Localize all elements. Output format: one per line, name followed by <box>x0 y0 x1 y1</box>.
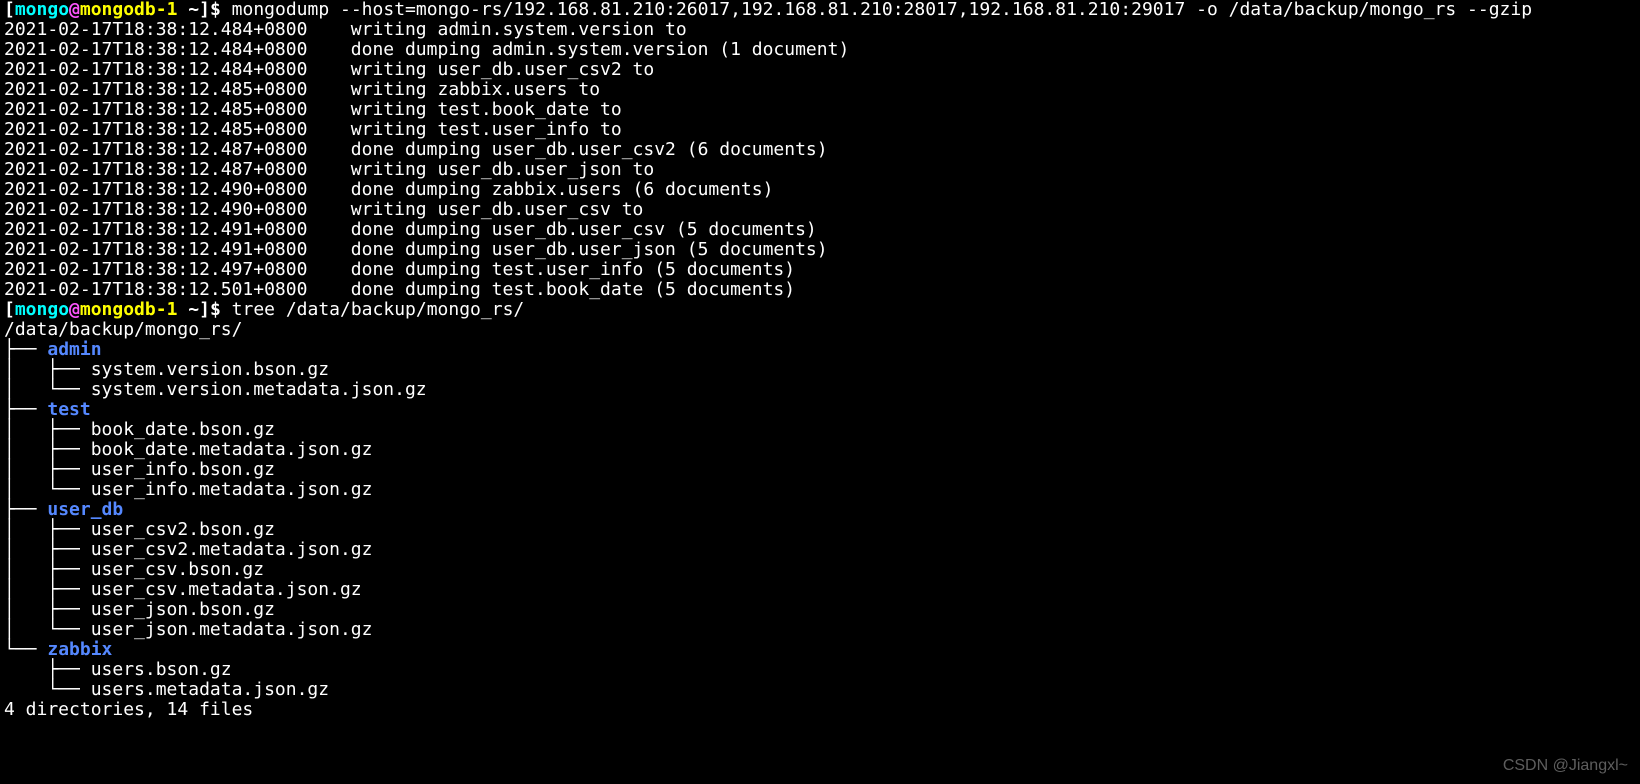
dump-output-line: 2021-02-17T18:38:12.497+0800 done dumpin… <box>4 260 1636 280</box>
dump-output-line: 2021-02-17T18:38:12.490+0800 writing use… <box>4 200 1636 220</box>
dump-output-line: 2021-02-17T18:38:12.487+0800 done dumpin… <box>4 140 1636 160</box>
tree-file-line: │ ├── user_csv.bson.gz <box>4 560 1636 580</box>
tree-file-line: │ ├── system.version.bson.gz <box>4 360 1636 380</box>
tree-file-line: │ └── user_info.metadata.json.gz <box>4 480 1636 500</box>
tree-file-line: │ ├── user_csv2.bson.gz <box>4 520 1636 540</box>
tree-directory: test <box>47 399 90 420</box>
tree-directory: user_db <box>47 499 123 520</box>
dump-output-line: 2021-02-17T18:38:12.501+0800 done dumpin… <box>4 280 1636 300</box>
tree-dir-line: ├── admin <box>4 340 1636 360</box>
shell-prompt: [mongo@mongodb-1 ~]$ <box>4 0 232 20</box>
dump-output-line: 2021-02-17T18:38:12.485+0800 writing zab… <box>4 80 1636 100</box>
dump-output-line: 2021-02-17T18:38:12.490+0800 done dumpin… <box>4 180 1636 200</box>
dump-output-line: 2021-02-17T18:38:12.484+0800 done dumpin… <box>4 40 1636 60</box>
command-tree: tree /data/backup/mongo_rs/ <box>232 299 525 320</box>
watermark: CSDN @Jiangxl~ <box>1503 756 1628 776</box>
dump-output-line: 2021-02-17T18:38:12.485+0800 writing tes… <box>4 120 1636 140</box>
tree-dir-line: ├── test <box>4 400 1636 420</box>
tree-file-line: │ ├── book_date.bson.gz <box>4 420 1636 440</box>
tree-directory: admin <box>47 339 101 360</box>
terminal[interactable]: [mongo@mongodb-1 ~]$ mongodump --host=mo… <box>0 0 1640 720</box>
dump-output-line: 2021-02-17T18:38:12.491+0800 done dumpin… <box>4 240 1636 260</box>
command-mongodump: mongodump --host=mongo-rs/192.168.81.210… <box>232 0 1532 20</box>
tree-root: /data/backup/mongo_rs/ <box>4 320 1636 340</box>
tree-file-line: │ └── system.version.metadata.json.gz <box>4 380 1636 400</box>
tree-dir-line: ├── user_db <box>4 500 1636 520</box>
tree-file-line: │ ├── user_info.bson.gz <box>4 460 1636 480</box>
tree-file-line: │ ├── book_date.metadata.json.gz <box>4 440 1636 460</box>
tree-file-line: └── users.metadata.json.gz <box>4 680 1636 700</box>
dump-output-line: 2021-02-17T18:38:12.484+0800 writing adm… <box>4 20 1636 40</box>
tree-file-line: │ └── user_json.metadata.json.gz <box>4 620 1636 640</box>
tree-file-line: │ ├── user_csv.metadata.json.gz <box>4 580 1636 600</box>
tree-summary: 4 directories, 14 files <box>4 700 1636 720</box>
dump-output-line: 2021-02-17T18:38:12.484+0800 writing use… <box>4 60 1636 80</box>
dump-output-line: 2021-02-17T18:38:12.487+0800 writing use… <box>4 160 1636 180</box>
tree-dir-line: └── zabbix <box>4 640 1636 660</box>
shell-prompt: [mongo@mongodb-1 ~]$ <box>4 299 232 320</box>
command-line: [mongo@mongodb-1 ~]$ tree /data/backup/m… <box>4 300 1636 320</box>
dump-output-line: 2021-02-17T18:38:12.485+0800 writing tes… <box>4 100 1636 120</box>
tree-file-line: ├── users.bson.gz <box>4 660 1636 680</box>
tree-file-line: │ ├── user_json.bson.gz <box>4 600 1636 620</box>
tree-directory: zabbix <box>47 639 112 660</box>
tree-file-line: │ ├── user_csv2.metadata.json.gz <box>4 540 1636 560</box>
command-line: [mongo@mongodb-1 ~]$ mongodump --host=mo… <box>4 0 1636 20</box>
dump-output-line: 2021-02-17T18:38:12.491+0800 done dumpin… <box>4 220 1636 240</box>
